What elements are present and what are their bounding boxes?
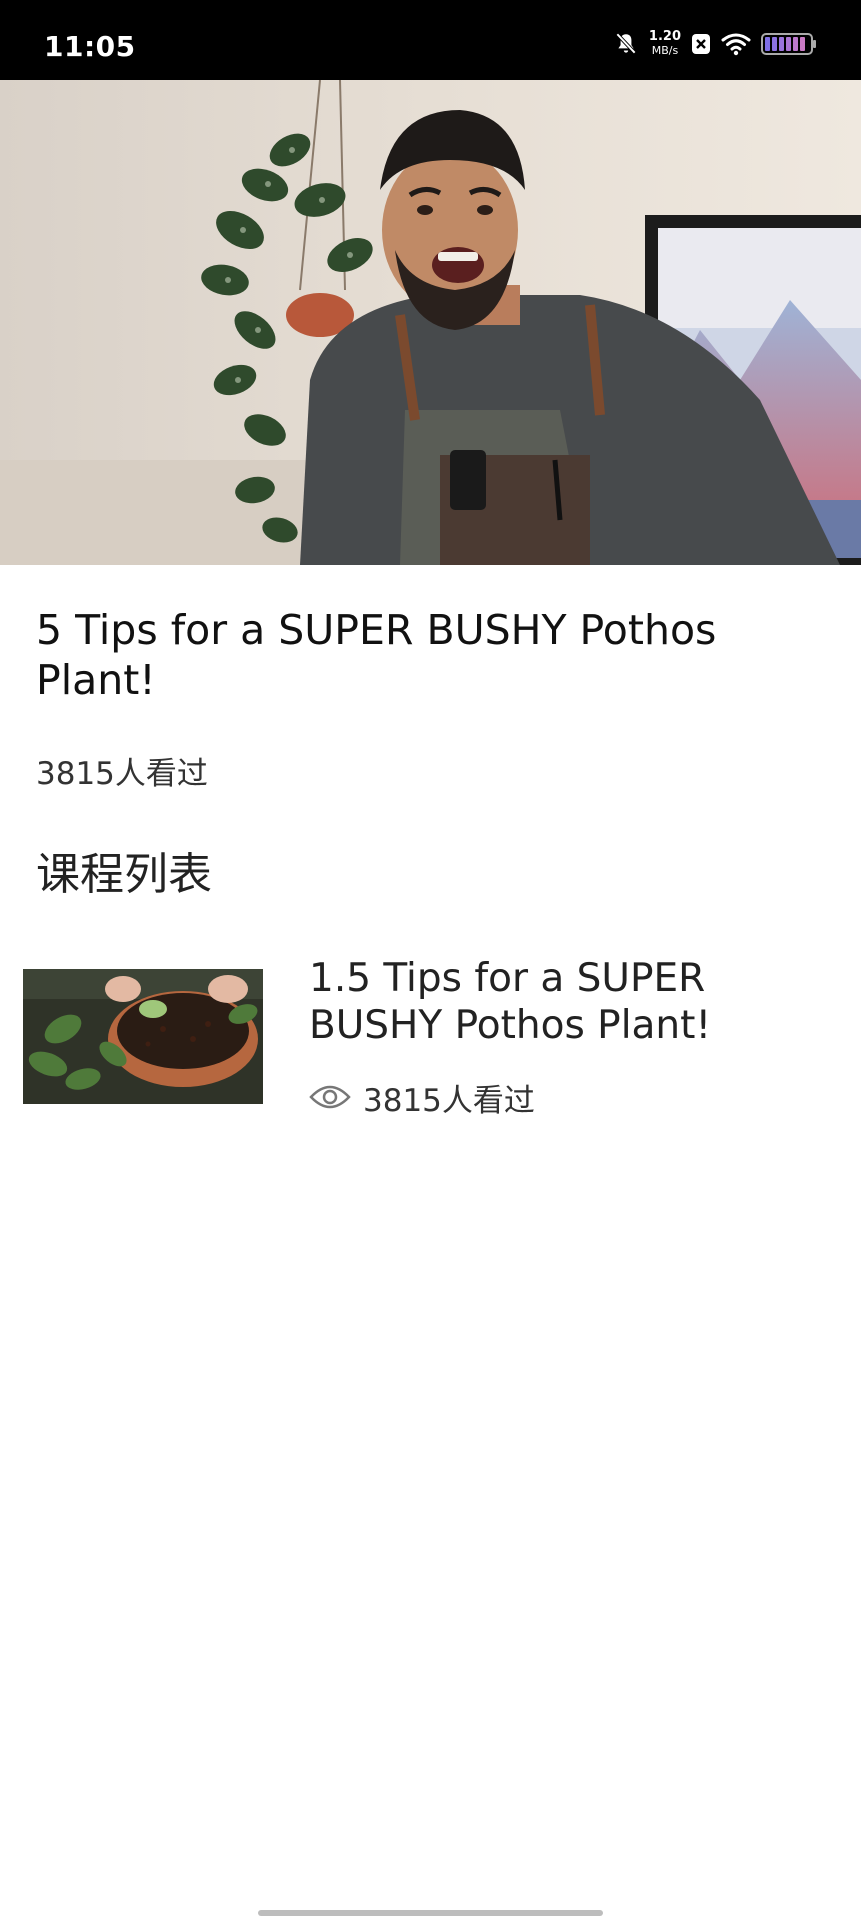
course-list-heading: 课程列表 (36, 849, 212, 900)
status-icons: 1.20 MB/s (613, 28, 817, 60)
course-view-count-text: 3815人看过 (363, 1082, 535, 1119)
network-speed-unit: MB/s (651, 44, 679, 57)
notification-badge-icon (691, 33, 711, 55)
course-view-count: 3815人看过 (309, 1075, 535, 1119)
video-player[interactable] (0, 80, 861, 565)
course-thumbnail (23, 969, 263, 1104)
eye-icon (309, 1083, 351, 1111)
battery-icon (761, 32, 817, 56)
network-speed: 1.20 MB/s (649, 30, 681, 58)
home-indicator[interactable] (258, 1910, 603, 1916)
status-bar: 11:05 1.20 MB/s (0, 0, 861, 80)
video-view-count: 3815人看过 (36, 756, 208, 792)
status-time: 11:05 (44, 30, 136, 63)
course-list-item[interactable]: 1.5 Tips for a SUPER BUSHY Pothos Plant!… (23, 955, 838, 1125)
video-title: 5 Tips for a SUPER BUSHY Pothos Plant! (36, 606, 717, 704)
course-title: 1.5 Tips for a SUPER BUSHY Pothos Plant! (309, 956, 712, 1048)
video-thumbnail-image (0, 80, 861, 565)
network-speed-value: 1.20 (648, 29, 681, 44)
mute-icon (613, 31, 639, 57)
wifi-icon (721, 32, 751, 56)
